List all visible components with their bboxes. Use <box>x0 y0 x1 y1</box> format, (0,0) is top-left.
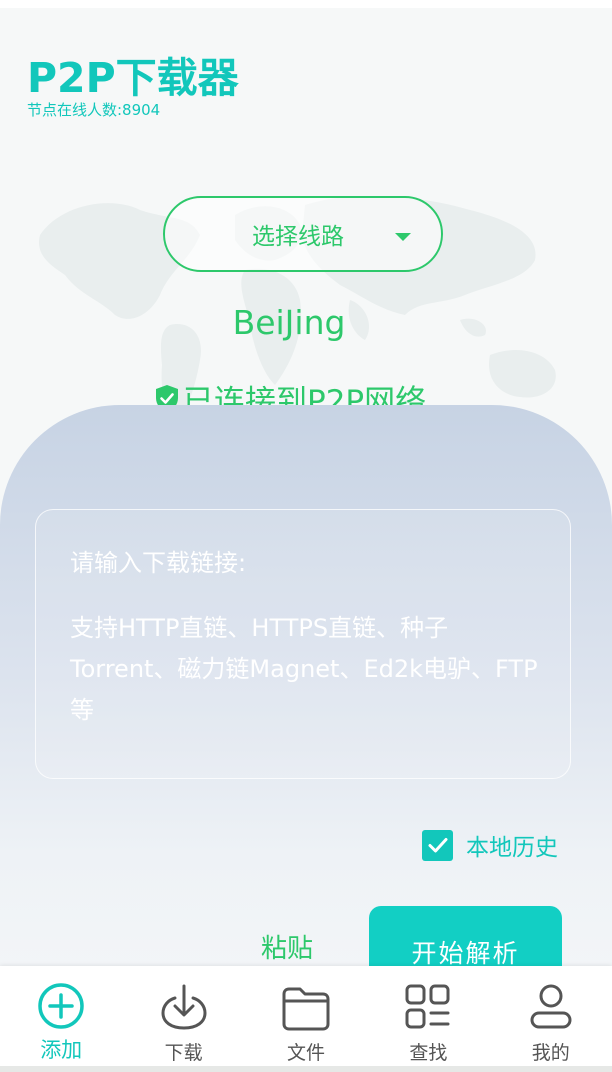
download-icon <box>161 984 207 1030</box>
user-icon <box>530 984 572 1029</box>
nav-label-add: 添加 <box>40 1038 83 1062</box>
online-count: 节点在线人数:8904 <box>27 101 161 119</box>
route-select[interactable]: 选择线路 <box>163 196 443 272</box>
nav-item-search[interactable]: 查找 <box>367 966 489 1066</box>
supported-protocols-text: 支持HTTP直链、HTTPS直链、种子Torrent、磁力链Magnet、Ed2… <box>70 614 538 724</box>
nav-item-profile[interactable]: 我的 <box>490 966 612 1066</box>
download-link-input[interactable] <box>70 538 540 588</box>
nav-item-add[interactable]: 添加 <box>0 966 122 1066</box>
history-label: 本地历史 <box>466 835 558 861</box>
nav-label-search: 查找 <box>409 1042 448 1064</box>
status-bar <box>0 0 612 8</box>
bottom-nav: 添加 下载 文件 查找 我的 <box>0 966 612 1066</box>
nav-item-download[interactable]: 下载 <box>122 966 244 1066</box>
gesture-bar <box>0 1066 612 1072</box>
history-checkbox[interactable] <box>422 829 453 861</box>
folder-icon <box>282 987 330 1031</box>
nav-label-profile: 我的 <box>531 1042 570 1064</box>
local-history-toggle[interactable]: 本地历史 <box>422 828 558 862</box>
current-city: BeiJing <box>232 303 346 342</box>
check-icon <box>428 838 447 853</box>
nav-label-download: 下载 <box>164 1042 203 1064</box>
app-title: P2P下载器 <box>27 54 239 102</box>
add-circle-icon <box>38 983 84 1029</box>
grid-search-icon <box>405 984 450 1029</box>
nav-label-files: 文件 <box>286 1042 325 1064</box>
nav-item-files[interactable]: 文件 <box>245 966 367 1066</box>
route-select-label: 选择线路 <box>252 224 344 250</box>
caret-down-icon <box>395 233 411 241</box>
paste-button[interactable]: 粘贴 <box>261 928 313 965</box>
